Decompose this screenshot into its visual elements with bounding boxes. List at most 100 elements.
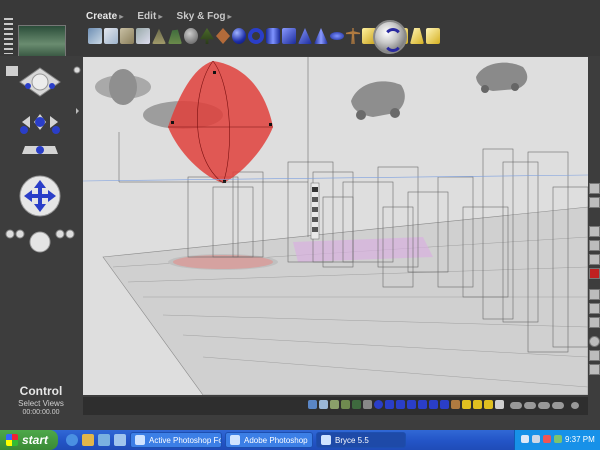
timecode: 00:00:00.00 [22,409,60,416]
pyramid-icon[interactable] [298,28,312,44]
control-title: Control [19,384,63,398]
record-button[interactable] [552,402,564,409]
scene-wireframe [83,57,588,395]
parallel-light-icon[interactable] [426,28,440,44]
sun-icon[interactable] [589,240,600,251]
select-terrain-icon[interactable] [341,400,350,409]
menu-create[interactable]: Create [86,11,123,22]
play-forward-button[interactable] [538,402,550,409]
figure-icon[interactable] [346,28,360,44]
task-active-photoshop[interactable]: Active Photoshop For... [130,432,222,448]
water-plane-icon[interactable] [88,28,102,44]
clock: 9:37 PM [565,435,595,444]
spot-light-icon[interactable] [410,28,424,44]
quicklaunch-ie-icon[interactable] [66,434,78,446]
camera-icon[interactable] [589,226,600,237]
task-bryce[interactable]: Bryce 5.5 [316,432,406,448]
pencil-icon[interactable] [589,183,600,194]
zoom-in-icon[interactable] [5,229,15,239]
play-back-button[interactable] [510,402,522,409]
quicklaunch-desktop-icon[interactable] [114,434,126,446]
tree-icon[interactable] [200,28,214,44]
menu-sky-fog[interactable]: Sky & Fog [177,11,232,22]
zoom-out-icon[interactable] [15,229,25,239]
photoshop-icon [230,435,240,445]
navigation-controls [6,66,81,217]
select-figure-icon[interactable] [451,400,460,409]
trackball-widget[interactable] [19,175,61,217]
wand-icon[interactable] [589,350,600,361]
bryce-logo-icon [383,28,403,52]
select-cloud-icon[interactable] [319,400,328,409]
chevron-right-icon[interactable] [76,108,79,114]
torus-icon[interactable] [248,28,264,44]
task-adobe-photoshop[interactable]: Adobe Photoshop [225,432,313,448]
stone-icon[interactable] [184,28,198,44]
view-control-widget[interactable] [6,66,61,97]
bryce-window: Create Edit Sky & Fog [0,0,600,430]
select-ground-icon[interactable] [330,400,339,409]
arrow-icon[interactable] [589,364,600,375]
leaf-icon[interactable] [216,28,230,44]
select-cone-icon[interactable] [418,400,427,409]
disk-icon[interactable] [330,32,344,40]
start-button[interactable]: start [0,430,58,450]
quicklaunch-explorer-icon[interactable] [82,434,94,446]
pan-ball-icon[interactable] [29,231,51,253]
select-tree-icon[interactable] [352,400,361,409]
stop-icon[interactable] [589,268,600,279]
cloud-plane-icon[interactable] [104,28,118,44]
select-light-icon[interactable] [462,400,471,409]
control-panel: Control Select Views 00:00:00.00 [0,56,82,416]
select-disk-icon[interactable] [440,400,449,409]
select-plane-icon[interactable] [308,400,317,409]
navigator-icon[interactable] [589,336,600,347]
select-torus-icon[interactable] [385,400,394,409]
render-icon[interactable] [589,254,600,265]
tray-update-icon[interactable] [554,435,562,443]
select-cube-icon[interactable] [407,400,416,409]
scroll-right-button[interactable] [571,402,579,409]
view-flyout-icon [6,66,18,76]
play-button[interactable] [524,402,536,409]
view-stack-lines[interactable] [4,18,13,54]
symmetric-lattice-icon[interactable] [168,29,182,44]
select-camera-icon[interactable] [495,400,504,409]
select-sphere-icon[interactable] [374,400,383,409]
zoom-controls [5,229,75,253]
select-cylinder-icon[interactable] [396,400,405,409]
camera-cross-widget[interactable] [20,114,60,154]
sphere-icon[interactable] [232,28,246,44]
quicklaunch-media-icon[interactable] [98,434,110,446]
task-label: Adobe Photoshop [244,435,308,445]
option-dot-icon[interactable] [73,66,81,74]
menu-edit[interactable]: Edit [137,11,162,22]
object-attributes-strip[interactable] [310,182,320,240]
grid-icon[interactable] [589,289,600,300]
select-pyramid-icon[interactable] [429,400,438,409]
windows-taskbar: start Active Photoshop For... Adobe Phot… [0,430,600,450]
zoom-reset-icon[interactable] [55,229,65,239]
scene-viewport[interactable] [83,57,588,395]
select-spot-icon[interactable] [473,400,482,409]
cylinder-icon[interactable] [266,28,280,44]
tray-network-icon[interactable] [521,435,529,443]
edit-selection-strip [83,397,588,415]
tray-security-icon[interactable] [543,435,551,443]
zoom-fit-icon[interactable] [65,229,75,239]
brush-icon[interactable] [589,197,600,208]
infinite-plane-icon[interactable] [136,28,150,44]
control-subtitle: Select Views [18,399,64,408]
tray-volume-icon[interactable] [532,435,540,443]
nano-preview[interactable] [18,25,66,57]
cube-icon[interactable] [282,28,296,44]
options-icon[interactable] [589,317,600,328]
ground-plane-icon[interactable] [120,28,134,44]
select-group-icon[interactable] [484,400,493,409]
layers-icon[interactable] [589,303,600,314]
select-stone-icon[interactable] [363,400,372,409]
palette-menu-bar: Create Edit Sky & Fog [86,11,232,22]
terrain-icon[interactable] [152,28,166,44]
bryce-logo-button[interactable] [373,20,407,54]
cone-icon[interactable] [314,28,328,44]
